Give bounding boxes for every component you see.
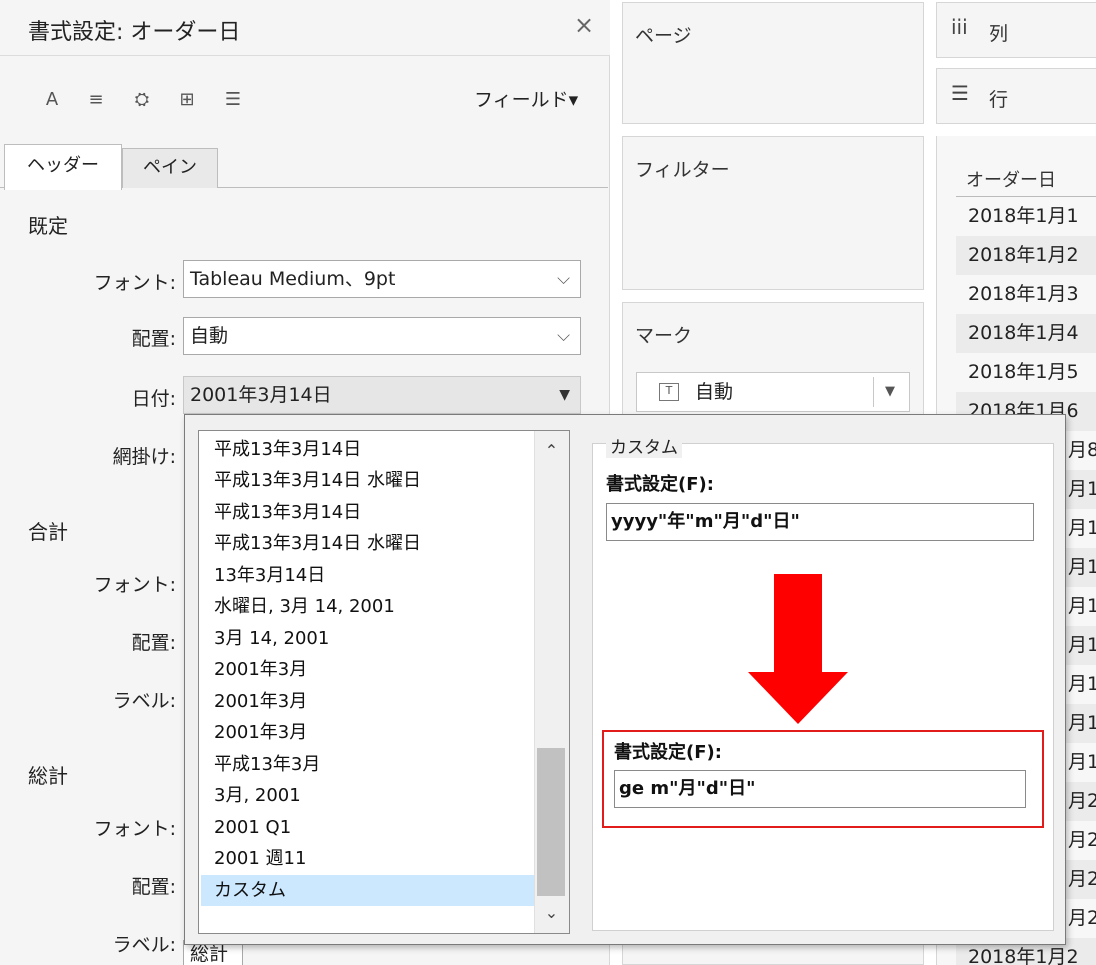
- total-font-label: フォント:: [93, 574, 176, 596]
- default-date-label: 日付:: [131, 388, 176, 410]
- default-font-label: フォント:: [93, 272, 176, 294]
- grand-total-alignment-label: 配置:: [131, 876, 176, 898]
- mark-type-value: 自動: [695, 381, 734, 403]
- table-row: 2018年1月2: [956, 236, 1096, 275]
- custom-group-legend: カスタム: [606, 433, 682, 458]
- table-row: 2018年1月3: [956, 275, 1096, 314]
- marks-card-title: マーク: [635, 325, 693, 347]
- rows-shelf[interactable]: ☰ 行: [936, 68, 1096, 124]
- list-item[interactable]: 13年3月14日: [201, 560, 546, 591]
- list-item[interactable]: 2001年3月: [201, 654, 546, 685]
- columns-shelf-title: 列: [989, 23, 1009, 45]
- list-item-selected[interactable]: カスタム: [201, 875, 546, 906]
- list-item[interactable]: 平成13年3月: [201, 749, 546, 780]
- default-font-select[interactable]: Tableau Medium、9pt ⌵: [183, 260, 581, 298]
- list-item[interactable]: 2001年3月: [201, 717, 546, 748]
- table-row: 2018年1月4: [956, 314, 1096, 353]
- scroll-thumb[interactable]: [537, 748, 565, 896]
- grand-total-font-label: フォント:: [93, 818, 176, 840]
- default-date-value: 2001年3月14日: [190, 384, 332, 406]
- default-alignment-select[interactable]: 自動 ⌵: [183, 317, 581, 355]
- chevron-down-icon: ⌵: [557, 326, 570, 346]
- caret-down-icon: ▼: [885, 384, 895, 399]
- list-item[interactable]: 3月 14, 2001: [201, 623, 546, 654]
- grand-total-label-label: ラベル:: [112, 934, 176, 956]
- data-column-header[interactable]: オーダー日: [966, 166, 1056, 192]
- tab-pane[interactable]: ペイン: [122, 148, 218, 188]
- chevron-down-icon: ⌵: [557, 269, 570, 289]
- chevron-down-icon[interactable]: ⌄: [534, 898, 569, 928]
- list-item[interactable]: 平成13年3月14日: [201, 497, 546, 528]
- total-label-label: ラベル:: [112, 690, 176, 712]
- field-dropdown[interactable]: フィールド▾: [474, 86, 578, 114]
- format-input[interactable]: yyyy"年"m"月"d"日": [606, 503, 1034, 541]
- default-shading-label: 網掛け:: [112, 446, 176, 468]
- filters-shelf-title: フィルター: [635, 159, 730, 181]
- tab-header[interactable]: ヘッダー: [4, 144, 122, 190]
- new-format-input[interactable]: ge m"月"d"日": [614, 770, 1026, 808]
- default-date-select[interactable]: 2001年3月14日 ▼: [183, 376, 581, 414]
- pages-shelf-title: ページ: [635, 25, 692, 47]
- grand-total-section-title: 総計: [28, 764, 68, 788]
- chevron-up-icon[interactable]: ⌃: [534, 436, 569, 466]
- list-item[interactable]: 平成13年3月14日 水曜日: [201, 465, 546, 496]
- format-field-label: 書式設定(F):: [606, 474, 714, 495]
- list-item[interactable]: 平成13年3月14日: [201, 434, 546, 465]
- default-section-title: 既定: [28, 214, 68, 238]
- default-alignment-label: 配置:: [131, 328, 176, 350]
- caret-down-icon: ▼: [559, 387, 570, 403]
- rows-icon: ☰: [951, 81, 969, 105]
- mark-type-dropdown[interactable]: T 自動 ▼: [636, 372, 910, 412]
- table-row: 2018年1月1: [956, 197, 1096, 236]
- columns-icon: iii: [951, 15, 968, 39]
- shading-icon[interactable]: ⛭: [128, 86, 156, 114]
- table-row: 2018年1月5: [956, 353, 1096, 392]
- list-item[interactable]: 2001 Q1: [201, 812, 546, 843]
- format-pane-title: 書式設定: オーダー日: [28, 20, 241, 45]
- list-item[interactable]: 平成13年3月14日 水曜日: [201, 528, 546, 559]
- lines-icon[interactable]: ☰: [220, 86, 246, 114]
- columns-shelf[interactable]: iii 列: [936, 2, 1096, 58]
- filters-shelf[interactable]: フィルター: [622, 136, 924, 290]
- list-item[interactable]: 2001年3月: [201, 686, 546, 717]
- rows-shelf-title: 行: [989, 89, 1009, 111]
- list-item[interactable]: 2001 週11: [201, 843, 546, 874]
- total-alignment-label: 配置:: [131, 632, 176, 654]
- alignment-icon[interactable]: ≡: [84, 86, 108, 114]
- font-icon[interactable]: A: [40, 86, 64, 114]
- new-format-field-label: 書式設定(F):: [614, 742, 722, 763]
- date-format-list[interactable]: 平成13年3月14日 平成13年3月14日 水曜日 平成13年3月14日 平成1…: [198, 430, 570, 934]
- default-font-value: Tableau Medium、9pt: [190, 268, 396, 290]
- text-mark-icon: T: [659, 383, 679, 401]
- pages-shelf[interactable]: ページ: [622, 2, 924, 124]
- close-button[interactable]: ×: [574, 12, 594, 38]
- list-item[interactable]: 3月, 2001: [201, 780, 546, 811]
- list-item[interactable]: 水曜日, 3月 14, 2001: [201, 591, 546, 622]
- total-section-title: 合計: [28, 520, 68, 544]
- dropdown-separator: [873, 377, 874, 407]
- default-alignment-value: 自動: [190, 325, 229, 347]
- borders-icon[interactable]: ⊞: [174, 86, 200, 114]
- arrow-down-icon: [748, 574, 848, 724]
